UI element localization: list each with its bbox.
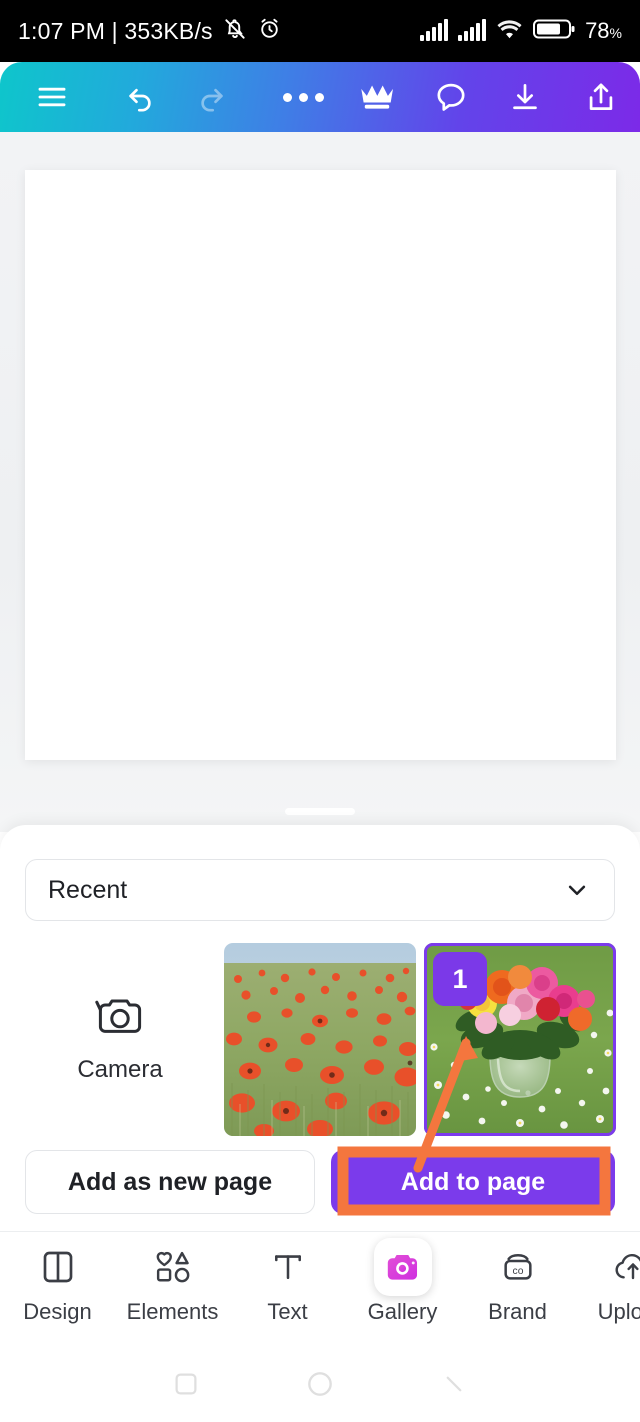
selection-badge: 1 [433,952,487,1006]
design-layout-icon [38,1244,78,1290]
text-t-icon [269,1244,307,1290]
system-nav-bar [0,1351,640,1422]
wifi-icon [496,18,523,45]
media-row: Camera 1 [0,943,640,1136]
camera-icon [94,995,146,1044]
sheet-actions: Add as new page Add to page [0,1150,640,1216]
nav-item-brand[interactable]: co Brand [460,1232,575,1325]
comment-icon[interactable] [414,62,488,132]
nav-label-brand: Brand [488,1299,547,1324]
recents-square-icon[interactable] [171,1369,201,1404]
battery-icon [533,17,575,46]
rose-bouquet-photo[interactable]: 1 [424,943,616,1136]
design-canvas[interactable] [25,170,616,760]
camera-label: Camera [77,1056,163,1083]
battery-percent: 78% [585,18,622,43]
gallery-camera-icon [373,1238,432,1296]
nav-item-design[interactable]: Design [0,1232,115,1325]
upload-cloud-icon [612,1244,640,1290]
add-as-new-page-button[interactable]: Add as new page [25,1150,315,1214]
bottom-nav: Design Elements Text Gallery co Brand Up… [0,1231,640,1351]
hamburger-menu-icon[interactable] [0,62,104,132]
bell-muted-icon [222,16,248,47]
nav-label-gallery: Gallery [367,1299,438,1324]
sheet-drag-handle[interactable] [285,808,355,815]
add-to-page-button[interactable]: Add to page [331,1150,615,1214]
share-icon[interactable] [562,62,640,132]
nav-label-design: Design [23,1299,92,1324]
source-select[interactable]: Recent [25,859,615,921]
redo-icon[interactable] [176,62,248,132]
signal-bars-icon [420,19,449,41]
signal-bars-icon [458,19,487,41]
poppy-field-photo[interactable] [224,943,416,1136]
home-circle-icon[interactable] [304,1368,336,1405]
editor-toolbar [0,62,640,132]
nav-label-text: Text [267,1299,308,1324]
nav-item-elements[interactable]: Elements [115,1232,230,1325]
brand-co-icon: co [498,1244,538,1290]
status-bar-left: 1:07 PM | 353KB/s [18,16,282,47]
camera-tile[interactable]: Camera [25,943,215,1136]
undo-icon[interactable] [104,62,176,132]
alarm-clock-icon [257,16,282,46]
screen: 1:07 PM | 353KB/s 78% Recent Camera 1 Ad… [0,0,640,1422]
back-chevron-icon[interactable] [439,1369,469,1404]
nav-label-elements: Elements [126,1299,219,1324]
source-select-value: Recent [48,875,128,904]
download-icon[interactable] [488,62,562,132]
crown-pro-icon[interactable] [340,62,414,132]
elements-shapes-icon [152,1244,194,1290]
chevron-down-icon [562,875,592,905]
nav-label-upload: Upload [597,1299,640,1324]
editor-workspace [0,132,640,832]
status-bar-right: 78% [420,17,622,46]
status-bar: 1:07 PM | 353KB/s 78% [0,0,640,62]
nav-item-upload[interactable]: Upload [575,1232,640,1325]
svg-text:co: co [512,1266,523,1277]
status-time: 1:07 PM | 353KB/s [18,17,213,44]
gallery-sheet: Recent Camera 1 Add as new page Add to p… [0,825,640,1231]
nav-item-text[interactable]: Text [230,1232,345,1325]
nav-item-gallery[interactable]: Gallery [345,1232,460,1325]
more-options-icon[interactable] [266,62,340,132]
